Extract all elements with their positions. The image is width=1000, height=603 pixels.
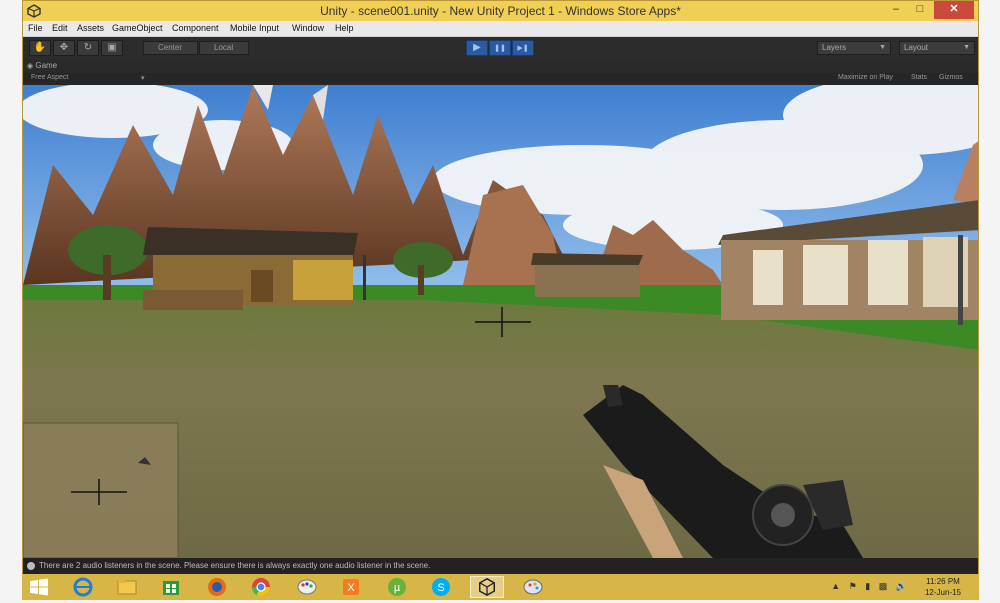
taskbar-firefox[interactable] [200, 576, 234, 598]
layers-label: Layers [822, 43, 847, 52]
svg-text:S: S [437, 582, 444, 594]
taskbar-file-explorer[interactable] [110, 576, 144, 598]
scale-icon: ▣ [107, 42, 117, 53]
taskbar-paint-app[interactable] [516, 576, 550, 598]
window-title: Unity - scene001.unity - New Unity Proje… [320, 4, 681, 18]
menu-gameobject[interactable]: GameObject [112, 23, 163, 33]
taskbar-utorrent[interactable]: µ [380, 576, 414, 598]
info-icon [27, 562, 35, 570]
unity-editor-window: Unity - scene001.unity - New Unity Proje… [22, 0, 979, 574]
clock-time: 11:26 PM [926, 577, 960, 586]
aspect-dropdown[interactable]: Free Aspect [31, 74, 68, 81]
step-icon: ▶❚ [517, 45, 529, 52]
lamp-post [958, 235, 963, 325]
pivot-local-toggle[interactable]: Local [199, 41, 249, 55]
title-bar[interactable]: Unity - scene001.unity - New Unity Proje… [23, 1, 978, 21]
game-scene [23, 85, 978, 558]
console-status-bar[interactable]: There are 2 audio listeners in the scene… [23, 558, 978, 574]
stats-toggle[interactable]: Stats [911, 74, 927, 81]
internet-explorer-icon [73, 577, 93, 597]
menu-help[interactable]: Help [335, 23, 354, 33]
xampp-icon: X [343, 579, 359, 595]
game-viewport[interactable] [23, 85, 978, 558]
svg-text:µ: µ [394, 582, 401, 594]
palette-icon [523, 579, 543, 595]
menu-component[interactable]: Component [172, 23, 219, 33]
chrome-icon [252, 578, 270, 597]
editor-toolbar: ✋ ✥ ↻ ▣ Center Local ▶ ❚❚ ▶❚ Layers ▼ La… [23, 37, 978, 59]
folder-icon [117, 580, 137, 595]
lamp-post [363, 255, 366, 300]
pause-button[interactable]: ❚❚ [489, 40, 511, 56]
hand-tool-button[interactable]: ✋ [29, 40, 51, 56]
battery-icon[interactable]: ▮ [865, 581, 870, 591]
taskbar-xampp[interactable]: X [334, 576, 368, 598]
screen-photo: Unity - scene001.unity - New Unity Proje… [0, 0, 1000, 600]
taskbar-paint[interactable] [290, 576, 324, 598]
firefox-icon [208, 578, 226, 596]
menu-window[interactable]: Window [292, 23, 324, 33]
play-icon: ▶ [473, 42, 481, 53]
maximize-button[interactable]: □ [908, 1, 932, 19]
gizmos-dropdown[interactable]: Gizmos [939, 74, 963, 81]
menu-file[interactable]: File [28, 23, 43, 33]
taskbar-clock[interactable]: 11:26 PM 12-Jun-15 [913, 576, 973, 598]
hand-icon: ✋ [33, 42, 47, 53]
taskbar-internet-explorer[interactable] [66, 576, 100, 598]
flag-icon[interactable]: ⚑ [849, 581, 857, 591]
close-button[interactable]: ✕ [934, 1, 974, 19]
minimap [23, 422, 179, 558]
system-tray: ▲ ⚑ ▮ ▩ 🔊 [831, 581, 907, 592]
layout-label: Layout [904, 43, 929, 52]
pause-icon: ❚❚ [494, 45, 506, 52]
taskbar-store[interactable] [154, 576, 188, 598]
left-cabin [143, 227, 358, 310]
tab-game[interactable]: ◉ Game [27, 61, 57, 70]
game-tab-bar: ◉ Game [23, 59, 978, 73]
layers-dropdown[interactable]: Layers ▼ [817, 41, 891, 55]
taskbar-unity[interactable] [470, 576, 504, 598]
windows-start-icon[interactable] [28, 578, 50, 596]
menu-assets[interactable]: Assets [77, 23, 104, 33]
pivot-center-toggle[interactable]: Center [143, 41, 198, 55]
chevron-up-icon[interactable]: ▲ [831, 581, 840, 591]
caret-down-icon: ▾ [141, 75, 145, 82]
layout-dropdown[interactable]: Layout ▼ [899, 41, 975, 55]
caret-down-icon: ▼ [963, 44, 970, 51]
space-label: Local [214, 43, 234, 52]
caret-down-icon: ▼ [879, 44, 886, 51]
game-tab-label: Game [35, 61, 58, 70]
menu-edit[interactable]: Edit [52, 23, 68, 33]
game-control-bar: Free Aspect ▾ Maximize on Play Stats Giz… [23, 73, 978, 85]
svg-text:X: X [347, 582, 355, 594]
skype-icon: S [432, 578, 450, 596]
rotate-tool-button[interactable]: ↻ [77, 40, 99, 56]
step-button[interactable]: ▶❚ [512, 40, 534, 56]
windows-taskbar: X µ S ▲ ⚑ ▮ ▩ 🔊 11:26 PM 12-Jun-15 [22, 574, 979, 600]
volume-icon[interactable]: 🔊 [896, 581, 907, 591]
utorrent-icon: µ [388, 578, 406, 596]
menu-bar: File Edit Assets GameObject Component Mo… [23, 21, 978, 37]
status-message: There are 2 audio listeners in the scene… [39, 561, 431, 570]
maximize-on-play-toggle[interactable]: Maximize on Play [838, 74, 893, 81]
move-tool-button[interactable]: ✥ [53, 40, 75, 56]
minimize-button[interactable]: – [884, 1, 908, 19]
menu-mobile-input[interactable]: Mobile Input [230, 23, 279, 33]
taskbar-chrome[interactable] [244, 576, 278, 598]
paint-icon [297, 579, 317, 595]
middle-cabin [531, 253, 643, 297]
unity-icon [479, 577, 495, 597]
store-icon [163, 581, 179, 595]
game-icon: ◉ [27, 63, 34, 70]
rotate-icon: ↻ [83, 42, 93, 53]
move-icon: ✥ [59, 42, 69, 53]
taskbar-skype[interactable]: S [424, 576, 458, 598]
clock-date: 12-Jun-15 [924, 588, 962, 597]
scale-tool-button[interactable]: ▣ [101, 40, 123, 56]
network-icon[interactable]: ▩ [879, 581, 888, 591]
play-button[interactable]: ▶ [466, 40, 488, 56]
pivot-label: Center [158, 43, 183, 52]
